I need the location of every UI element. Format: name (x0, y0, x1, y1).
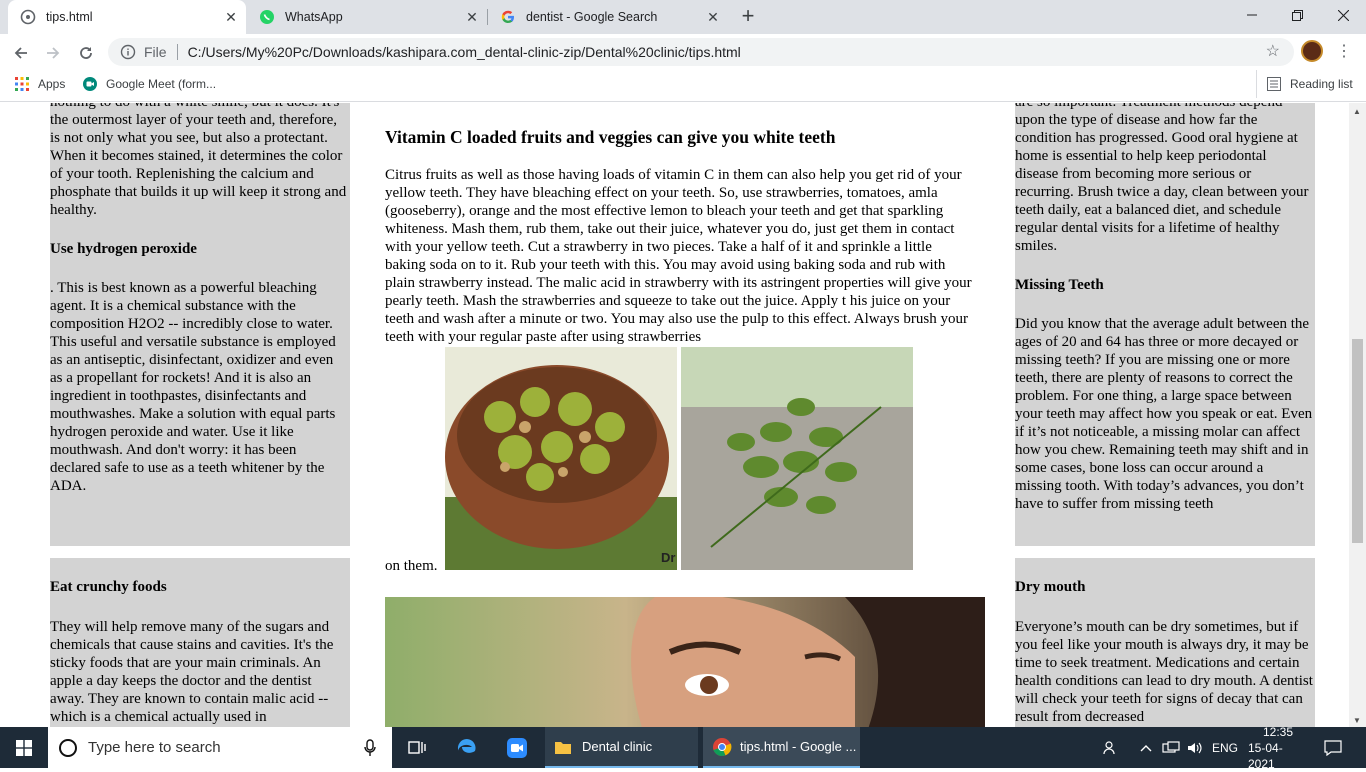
info-icon[interactable] (120, 44, 136, 60)
restore-icon (1291, 9, 1303, 21)
chrome-icon (713, 737, 732, 756)
left-paragraph-crunchy-foods: They will help remove many of the sugars… (50, 619, 334, 725)
bookmark-apps[interactable]: Apps (14, 70, 65, 98)
taskbar-app-label: Dental clinic (582, 739, 653, 754)
close-icon[interactable]: ✕ (224, 10, 238, 24)
bookmark-label: Apps (38, 77, 66, 91)
reload-button[interactable] (72, 39, 100, 67)
url-scheme-label: File (144, 44, 167, 60)
tab-tips[interactable]: tips.html ✕ (8, 0, 246, 34)
tab-title: dentist - Google Search (526, 10, 658, 24)
folder-icon (555, 741, 571, 754)
svg-text:Dr: Dr (661, 550, 675, 565)
reading-list-icon (1267, 77, 1281, 91)
right-paragraph-missing-teeth: Did you know that the average adult betw… (1015, 316, 1313, 512)
tab-title: WhatsApp (285, 10, 343, 24)
close-icon[interactable]: ✕ (465, 10, 479, 24)
reading-list-label: Reading list (1290, 77, 1353, 91)
web-page: nothing to do with a white smile, but it… (0, 103, 1349, 727)
profile-avatar[interactable] (1301, 40, 1323, 62)
minimize-button[interactable] (1229, 0, 1275, 30)
forward-button[interactable] (39, 39, 67, 67)
microphone-icon (364, 738, 376, 756)
search-placeholder: Type here to search (88, 739, 221, 756)
article-tail-text: on them. (385, 558, 438, 574)
left-card-top: nothing to do with a white smile, but it… (50, 103, 350, 546)
google-icon (500, 9, 516, 25)
right-card-top: are so important. Treatment methods depe… (1015, 103, 1315, 546)
chevron-up-icon[interactable] (1138, 727, 1154, 768)
brussels-sprouts-image: Dr (445, 347, 677, 570)
divider (176, 44, 178, 60)
right-heading-dry-mouth: Dry mouth (1015, 579, 1086, 595)
smiling-woman-image (385, 597, 985, 727)
arrow-right-icon (47, 47, 60, 59)
start-button[interactable] (0, 727, 48, 768)
edge-icon (457, 738, 476, 753)
article-paragraph: Citrus fruits as well as those having lo… (385, 167, 972, 345)
arrow-left-icon (14, 47, 27, 59)
window-close-button[interactable] (1320, 0, 1366, 30)
language-indicator[interactable]: ENG (1212, 727, 1238, 768)
taskbar-edge[interactable] (450, 727, 484, 768)
globe-icon (20, 9, 36, 25)
taskbar-zoom[interactable] (500, 727, 534, 768)
back-button[interactable] (7, 39, 35, 67)
left-paragraph-top: nothing to do with a white smile, but it… (50, 103, 347, 218)
bookmark-label: Google Meet (form... (106, 77, 217, 91)
windows-logo-icon (16, 739, 32, 756)
left-card-bottom: Eat crunchy foods They will help remove … (50, 558, 350, 727)
clock-date: 15-04-2021 (1248, 740, 1283, 771)
left-paragraph-hydrogen-peroxide: . This is best known as a powerful bleac… (50, 280, 336, 494)
clock-time: 12:35 (1262, 724, 1294, 739)
center-article: Vitamin C loaded fruits and veggies can … (385, 127, 985, 346)
close-icon (1337, 9, 1349, 21)
scroll-down-icon[interactable]: ▼ (1353, 716, 1361, 725)
apps-grid-icon (15, 77, 29, 91)
tab-whatsapp[interactable]: WhatsApp ✕ (247, 0, 487, 34)
oregano-herb-image (681, 347, 913, 570)
windows-taskbar: Type here to search Dental clinic tips.h… (0, 724, 1366, 771)
reload-icon (80, 47, 92, 59)
close-icon[interactable]: ✕ (706, 10, 720, 24)
taskbar-search-box[interactable]: Type here to search (48, 727, 392, 768)
network-icon[interactable] (1160, 727, 1182, 768)
bookmark-google-meet[interactable]: Google Meet (form... (82, 70, 216, 98)
bookmark-star-icon[interactable]: ☆ (1266, 44, 1280, 60)
whatsapp-icon (259, 9, 275, 25)
left-heading-hydrogen-peroxide: Use hydrogen peroxide (50, 241, 197, 257)
address-bar[interactable]: File C:/Users/My%20Pc/Downloads/kashipar… (108, 38, 1294, 66)
taskbar-app-dental-clinic[interactable]: Dental clinic (545, 727, 698, 768)
scrollbar-thumb[interactable] (1352, 339, 1363, 543)
menu-kebab-icon[interactable]: ⋮ (1336, 42, 1352, 62)
volume-icon[interactable] (1186, 727, 1204, 768)
tab-google-search[interactable]: dentist - Google Search ✕ (488, 0, 728, 34)
taskbar-app-chrome[interactable]: tips.html - Google ... (703, 727, 860, 768)
right-card-bottom: Dry mouth Everyone’s mouth can be dry so… (1015, 558, 1315, 727)
zoom-icon (507, 737, 527, 758)
minimize-icon (1247, 14, 1257, 16)
clock[interactable]: 12:35 15-04-2021 (1248, 724, 1308, 771)
tab-title: tips.html (46, 10, 93, 24)
reading-list-button[interactable]: Reading list (1256, 70, 1353, 98)
taskbar-app-label: tips.html - Google ... (740, 739, 857, 754)
task-view-icon (408, 740, 426, 754)
left-heading-crunchy-foods: Eat crunchy foods (50, 579, 167, 595)
browser-toolbar: File C:/Users/My%20Pc/Downloads/kashipar… (0, 34, 1366, 70)
right-paragraph-dry-mouth: Everyone’s mouth can be dry sometimes, b… (1015, 619, 1313, 725)
restore-button[interactable] (1274, 0, 1320, 30)
url-text[interactable]: C:/Users/My%20Pc/Downloads/kashipara.com… (188, 44, 741, 60)
tab-strip: tips.html ✕ WhatsApp ✕ dentist - Google … (0, 0, 1366, 34)
scroll-up-icon[interactable]: ▲ (1353, 107, 1361, 116)
notifications-icon[interactable] (1322, 727, 1344, 768)
search-icon (59, 738, 77, 757)
google-meet-icon (83, 77, 97, 91)
right-heading-missing-teeth: Missing Teeth (1015, 277, 1104, 293)
bookmarks-bar: Apps Google Meet (form... Reading list (0, 70, 1366, 102)
right-paragraph-top: are so important. Treatment methods depe… (1015, 103, 1309, 254)
people-icon[interactable] (1100, 727, 1122, 768)
task-view-button[interactable] (400, 727, 434, 768)
new-tab-button[interactable]: + (736, 5, 760, 29)
article-heading: Vitamin C loaded fruits and veggies can … (385, 127, 836, 147)
